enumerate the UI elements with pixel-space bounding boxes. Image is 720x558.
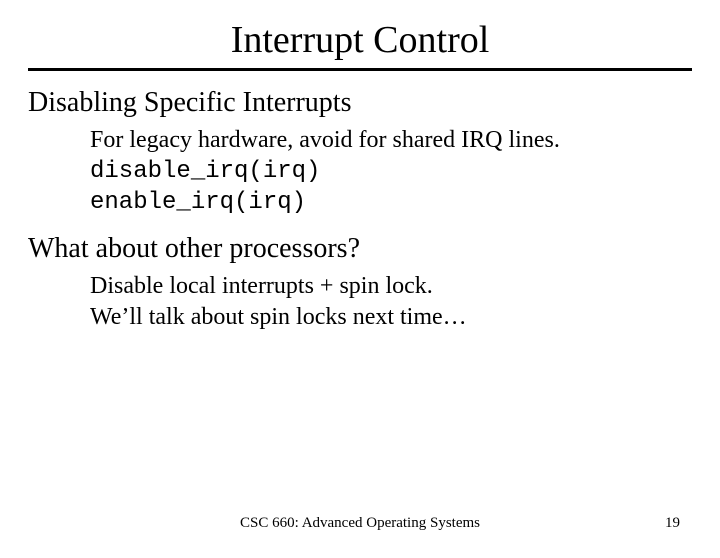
section-heading-1: Disabling Specific Interrupts [28, 87, 692, 119]
title-rule [28, 68, 692, 71]
section2-line1: Disable local interrupts + spin lock. [90, 271, 692, 302]
footer: CSC 660: Advanced Operating Systems 19 [0, 515, 720, 532]
section-heading-2: What about other processors? [28, 233, 692, 265]
slide: Interrupt Control Disabling Specific Int… [0, 18, 720, 558]
section1-code1: disable_irq(irq) [90, 156, 692, 187]
slide-body: Disabling Specific Interrupts For legacy… [28, 87, 692, 333]
footer-page: 19 [665, 515, 680, 532]
section2-line2: We’ll talk about spin locks next time… [90, 302, 692, 333]
slide-title: Interrupt Control [0, 18, 720, 62]
section1-code2: enable_irq(irq) [90, 187, 692, 218]
footer-course: CSC 660: Advanced Operating Systems [240, 515, 480, 532]
section1-line1: For legacy hardware, avoid for shared IR… [90, 125, 692, 156]
